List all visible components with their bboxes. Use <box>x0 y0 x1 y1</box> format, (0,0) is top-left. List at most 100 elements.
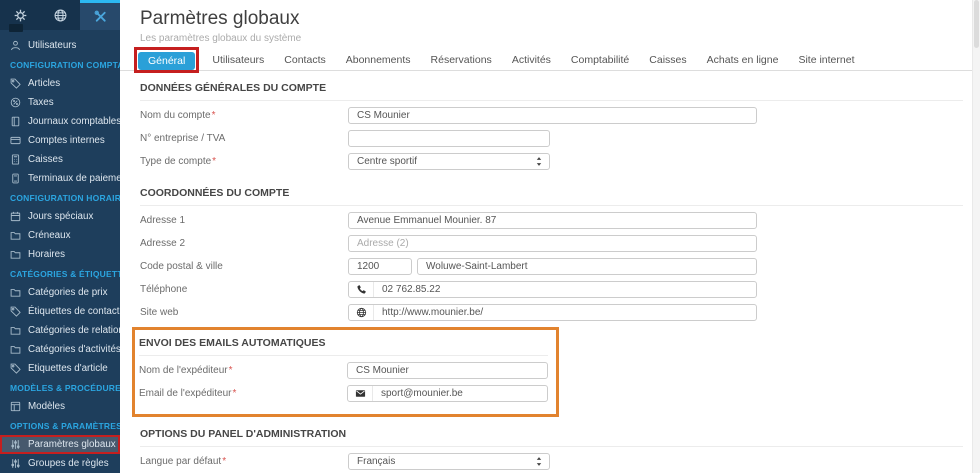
page-header: Parmètres globaux Les paramètres globaux… <box>120 0 980 44</box>
section-donnees-generales: DONNÉES GÉNÉRALES DU COMPTE Nom du compt… <box>140 71 980 170</box>
field-label-adresse-1: Adresse 1 <box>140 215 186 226</box>
tag-icon <box>10 363 21 374</box>
address2-input[interactable] <box>348 235 757 252</box>
sidebar-item-groupes-de-regles[interactable]: Groupes de règles <box>0 454 120 473</box>
tag-icon <box>10 78 21 89</box>
account-type-select[interactable]: Centre sportif <box>348 153 550 170</box>
vertical-scrollbar[interactable] <box>972 0 980 473</box>
phone-input-group <box>348 281 757 298</box>
sidebar-item-modeles[interactable]: Modèles <box>0 397 120 416</box>
tab-caisses[interactable]: Caisses <box>639 51 696 69</box>
folder-icon <box>10 344 21 355</box>
tab-contacts[interactable]: Contacts <box>274 51 335 69</box>
sidebar-item-horaires[interactable]: Horaires <box>0 245 120 264</box>
zip-input[interactable] <box>348 258 412 275</box>
field-label-type-de-compte: Type de compte* <box>140 156 217 167</box>
tab-achats-en-ligne[interactable]: Achats en ligne <box>697 51 789 69</box>
envelope-icon <box>348 386 373 401</box>
sidebar-item-parametres-globaux[interactable]: Paramètres globaux <box>0 435 120 454</box>
address1-input[interactable] <box>348 212 757 229</box>
website-input-group <box>348 304 757 321</box>
main-content: Parmètres globaux Les paramètres globaux… <box>120 0 980 473</box>
sidebar: Utilisateurs CONFIGURATION COMPTA Articl… <box>0 0 134 473</box>
field-label-nom-du-compte: Nom du compte* <box>140 110 216 121</box>
sidebar-top-tab-globe[interactable] <box>40 0 80 30</box>
sidebar-item-journaux-comptables[interactable]: Journaux comptables <box>0 112 121 131</box>
select-arrows-icon <box>535 156 543 167</box>
tab-abonnements[interactable]: Abonnements <box>336 51 421 69</box>
template-icon <box>10 401 21 412</box>
section-title: DONNÉES GÉNÉRALES DU COMPTE <box>140 71 963 101</box>
tab-general[interactable]: Général <box>138 51 196 70</box>
sidebar-item-articles[interactable]: Articles <box>0 74 120 93</box>
section-options-panel-admin: OPTIONS DU PANEL D'ADMINISTRATION Langue… <box>140 417 980 473</box>
globe-icon <box>53 8 68 23</box>
scrollbar-thumb[interactable] <box>974 0 979 48</box>
sidebar-item-caisses[interactable]: Caisses <box>0 150 120 169</box>
folder-icon <box>10 287 21 298</box>
default-language-select[interactable]: Français <box>348 453 550 470</box>
sidebar-item-terminaux-de-paiement[interactable]: Terminaux de paiement <box>0 169 130 188</box>
settings-form: DONNÉES GÉNÉRALES DU COMPTE Nom du compt… <box>120 71 980 473</box>
phone-input[interactable] <box>374 284 756 295</box>
field-label-nom-expediteur: Nom de l'expéditeur* <box>139 365 233 376</box>
calendar-icon <box>10 211 21 222</box>
sliders-icon <box>10 458 21 469</box>
field-label-adresse-2: Adresse 2 <box>140 238 186 249</box>
sidebar-menu: Utilisateurs CONFIGURATION COMPTA Articl… <box>0 30 134 473</box>
tab-comptabilite[interactable]: Comptabilité <box>561 51 639 69</box>
field-label-email-expediteur: Email de l'expéditeur* <box>139 388 237 399</box>
sidebar-item-categories-de-prix[interactable]: Catégories de prix <box>0 283 120 302</box>
tab-utilisateurs[interactable]: Utilisateurs <box>202 51 274 69</box>
field-label-telephone: Téléphone <box>140 284 188 295</box>
sender-email-input[interactable] <box>373 388 547 399</box>
card-icon <box>10 135 21 146</box>
sidebar-item-comptes-internes[interactable]: Comptes internes <box>0 131 120 150</box>
tooltip-artifact <box>9 24 23 32</box>
tools-icon <box>93 9 108 24</box>
phone-icon <box>349 282 374 297</box>
sidebar-item-taxes[interactable]: Taxes <box>0 93 120 112</box>
section-title: ENVOI DES EMAILS AUTOMATIQUES <box>139 330 548 356</box>
tab-reservations[interactable]: Réservations <box>421 51 502 69</box>
sidebar-section-configuration-compta: CONFIGURATION COMPTA <box>10 60 124 70</box>
calculator-icon <box>10 154 21 165</box>
terminal-icon <box>10 173 21 184</box>
sidebar-section-modeles-procedures: MODÈLES & PROCÉDURES <box>10 383 127 393</box>
vat-input[interactable] <box>348 130 550 147</box>
city-input[interactable] <box>417 258 757 275</box>
section-title: OPTIONS DU PANEL D'ADMINISTRATION <box>140 417 963 447</box>
tab-bar: Général Utilisateurs Contacts Abonnement… <box>120 44 980 73</box>
account-name-input[interactable] <box>348 107 757 124</box>
tab-site-internet[interactable]: Site internet <box>788 51 864 69</box>
sidebar-top-tab-tools[interactable] <box>80 0 120 30</box>
sidebar-section-options-parametres: OPTIONS & PARAMÈTRES <box>10 421 122 431</box>
sidebar-item-categories-de-relation[interactable]: Catégories de relation <box>0 321 124 340</box>
sidebar-item-etiquettes-darticle[interactable]: Etiquettes d'article <box>0 359 120 378</box>
field-label-langue-par-defaut: Langue par défaut* <box>140 456 227 467</box>
annotation-box-red-tab: Général <box>134 46 200 73</box>
sidebar-item-etiquettes-de-contact[interactable]: Étiquettes de contact <box>0 302 120 321</box>
sidebar-item-categories-dactivites[interactable]: Catégories d'activités <box>0 340 121 359</box>
folder-icon <box>10 230 21 241</box>
globe-icon <box>349 305 374 320</box>
sender-email-input-group <box>347 385 548 402</box>
folder-icon <box>10 325 21 336</box>
section-coordonnees: COORDONNÉES DU COMPTE Adresse 1 Adresse … <box>140 176 980 321</box>
field-label-tva: N° entreprise / TVA <box>140 133 226 144</box>
tab-activites[interactable]: Activités <box>502 51 561 69</box>
sidebar-item-jours-speciaux[interactable]: Jours spéciaux <box>0 207 120 226</box>
folder-icon <box>10 249 21 260</box>
field-label-site-web: Site web <box>140 307 179 318</box>
website-input[interactable] <box>374 307 756 318</box>
sidebar-item-utilisateurs[interactable]: Utilisateurs <box>0 36 120 55</box>
annotation-box-orange: ENVOI DES EMAILS AUTOMATIQUES Nom de l'e… <box>132 327 559 417</box>
sidebar-item-creneaux[interactable]: Créneaux <box>0 226 120 245</box>
page-subtitle: Les paramètres globaux du système <box>140 33 302 44</box>
tag-icon <box>10 306 21 317</box>
sender-name-input[interactable] <box>347 362 548 379</box>
section-envoi-emails: ENVOI DES EMAILS AUTOMATIQUES Nom de l'e… <box>139 330 548 402</box>
select-arrows-icon <box>535 456 543 467</box>
percent-icon <box>10 97 21 108</box>
section-title: COORDONNÉES DU COMPTE <box>140 176 963 206</box>
